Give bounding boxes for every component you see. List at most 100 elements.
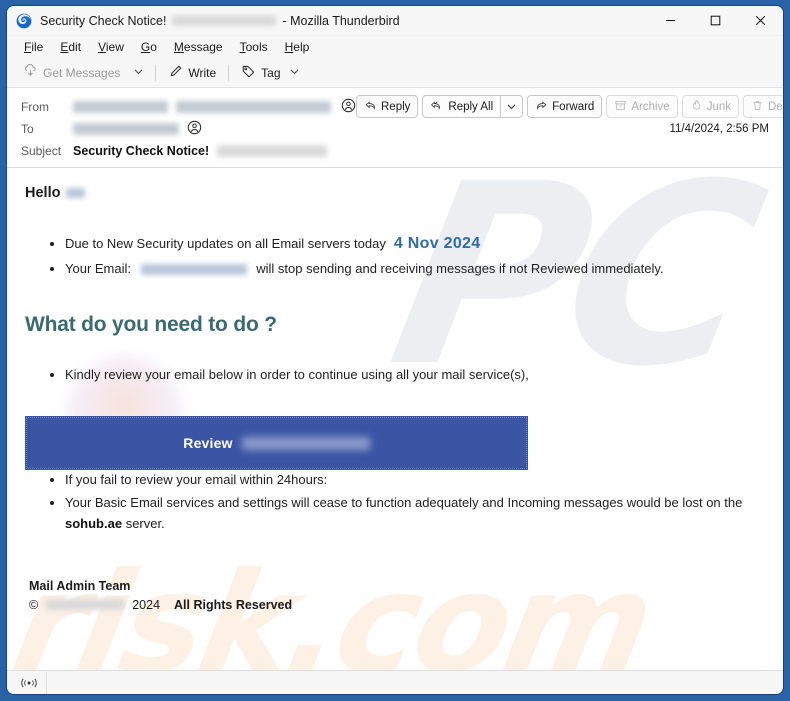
forward-icon xyxy=(535,99,548,115)
subject-value: Security Check Notice! xyxy=(73,144,328,158)
reply-all-label: Reply All xyxy=(448,100,494,113)
tag-button[interactable]: Tag xyxy=(234,61,306,85)
bullet-security-update-text: Due to New Security updates on all Email… xyxy=(65,236,386,251)
forward-button[interactable]: Forward xyxy=(527,95,603,118)
footer-team: Mail Admin Team xyxy=(29,578,131,593)
thunderbird-window: Security Check Notice! - Mozilla Thunder… xyxy=(7,6,783,694)
bullet-fail-to-review: If you fail to review your email within … xyxy=(65,470,765,491)
footer-rights: All Rights Reserved xyxy=(174,597,293,612)
email-greeting: Hello xyxy=(25,185,765,201)
thunderbird-logo-icon xyxy=(16,13,32,29)
menu-view-label: iew xyxy=(105,40,124,54)
bullet-security-update: Due to New Security updates on all Email… xyxy=(65,231,765,257)
menu-go-label: o xyxy=(150,40,157,54)
bullet-your-email-suffix: will stop sending and receiving messages… xyxy=(256,260,664,276)
online-status-icon[interactable] xyxy=(11,671,47,694)
get-messages-label: Get Messages xyxy=(43,65,121,80)
reply-button[interactable]: Reply xyxy=(356,95,419,118)
top-bullet-list: Due to New Security updates on all Email… xyxy=(25,231,765,279)
menu-help[interactable]: Help xyxy=(278,38,317,56)
tag-chevron-down-icon[interactable] xyxy=(289,66,300,80)
junk-fire-icon xyxy=(690,99,703,115)
menu-message[interactable]: Message xyxy=(167,38,230,56)
get-messages-button[interactable]: Get Messages xyxy=(16,61,127,85)
reply-icon xyxy=(364,99,377,115)
trash-icon xyxy=(751,99,764,115)
mid-bullet-list: Kindly review your email below in order … xyxy=(25,365,765,386)
from-label: From xyxy=(21,99,49,114)
message-header-subject-row: Subject Security Check Notice! xyxy=(21,140,773,162)
reply-label: Reply xyxy=(381,100,411,113)
bullet-kindly-review: Kindly review your email below in order … xyxy=(65,365,765,386)
window-controls xyxy=(648,6,783,36)
menu-message-label: essage xyxy=(183,40,223,54)
message-date: 11/4/2024, 2:56 PM xyxy=(669,123,769,135)
reply-all-chevron-down-icon[interactable] xyxy=(500,95,524,118)
bullet-services-cease: Your Basic Email services and settings w… xyxy=(65,493,765,535)
menu-help-label: elp xyxy=(293,40,310,54)
get-messages-chevron-down-icon[interactable] xyxy=(127,61,150,85)
reply-all-group: Reply All xyxy=(422,95,524,118)
desktop-backdrop: Security Check Notice! - Mozilla Thunder… xyxy=(0,0,790,701)
window-title-redacted xyxy=(172,15,277,26)
review-cta-address-redacted xyxy=(241,436,370,450)
footer-copyright: © 2024 All Rights Reserved xyxy=(29,598,765,612)
menu-view[interactable]: View xyxy=(91,38,131,56)
status-bar xyxy=(7,670,783,694)
from-contact-card-icon[interactable] xyxy=(341,98,356,116)
main-toolbar: Get Messages Write Tag xyxy=(7,58,783,88)
message-action-buttons: Reply Reply All Forward Archive Junk De xyxy=(356,95,783,118)
minimize-icon[interactable] xyxy=(648,6,693,36)
menu-go[interactable]: Go xyxy=(134,38,164,56)
bullet-services-cease-suffix: server. xyxy=(125,515,165,531)
archive-label: Archive xyxy=(631,100,670,113)
menu-file-label: ile xyxy=(31,40,44,54)
write-label: Write xyxy=(188,65,217,80)
window-title: Security Check Notice! - Mozilla Thunder… xyxy=(40,14,400,28)
title-bar: Security Check Notice! - Mozilla Thunder… xyxy=(7,6,783,36)
message-header-to-row: To 11/4/2024, 2:56 PM xyxy=(21,118,773,140)
to-value[interactable] xyxy=(73,123,179,135)
junk-button[interactable]: Junk xyxy=(681,95,739,118)
spacer-top xyxy=(25,201,765,231)
menu-file[interactable]: File xyxy=(17,38,50,56)
from-value[interactable] xyxy=(73,100,331,113)
forward-label: Forward xyxy=(552,100,595,113)
subject-redacted xyxy=(217,145,328,157)
review-cta-button[interactable]: Review xyxy=(25,416,528,471)
greeting-name-redacted xyxy=(66,188,86,198)
server-host: sohub.ae xyxy=(65,515,123,531)
to-contact-card-icon[interactable] xyxy=(187,120,202,138)
your-email-redacted xyxy=(140,263,247,275)
maximize-icon[interactable] xyxy=(693,6,738,36)
write-button[interactable]: Write xyxy=(161,61,223,85)
junk-label: Junk xyxy=(706,100,731,113)
section-heading: What do you need to do ? xyxy=(25,313,277,337)
subject-label: Subject xyxy=(21,144,62,158)
reply-all-icon xyxy=(430,99,444,115)
spacer-mid xyxy=(25,337,765,365)
menu-edit[interactable]: Edit xyxy=(53,38,88,56)
email-footer: Mail Admin Team © 2024 All Rights Reserv… xyxy=(25,579,765,612)
download-cloud-icon xyxy=(23,63,38,82)
highlight-date: 4 Nov 2024 xyxy=(393,235,481,252)
email-content: Hello Due to New Security updates on all… xyxy=(7,168,783,612)
greeting-text: Hello xyxy=(25,185,61,201)
message-header-from-row: From Reply Reply All Forward Archive Jun… xyxy=(21,95,783,118)
reply-all-button[interactable]: Reply All xyxy=(422,95,501,118)
copyright-symbol: © xyxy=(29,597,39,612)
to-address-redacted xyxy=(73,123,179,135)
menu-bar: File Edit View Go Message Tools Help xyxy=(7,36,783,58)
from-address-redacted xyxy=(73,100,168,113)
toolbar-divider-1 xyxy=(155,64,157,81)
archive-button[interactable]: Archive xyxy=(606,95,678,118)
menu-edit-label: dit xyxy=(68,40,82,54)
footer-year: 2024 xyxy=(132,597,161,612)
delete-button[interactable]: Delete xyxy=(743,95,783,118)
tag-label: Tag xyxy=(261,65,281,80)
delete-label: Delete xyxy=(768,100,783,113)
pencil-icon xyxy=(168,64,183,82)
close-icon[interactable] xyxy=(738,6,783,36)
message-date-area: 11/4/2024, 2:56 PM xyxy=(669,121,773,137)
menu-tools[interactable]: Tools xyxy=(233,38,275,56)
